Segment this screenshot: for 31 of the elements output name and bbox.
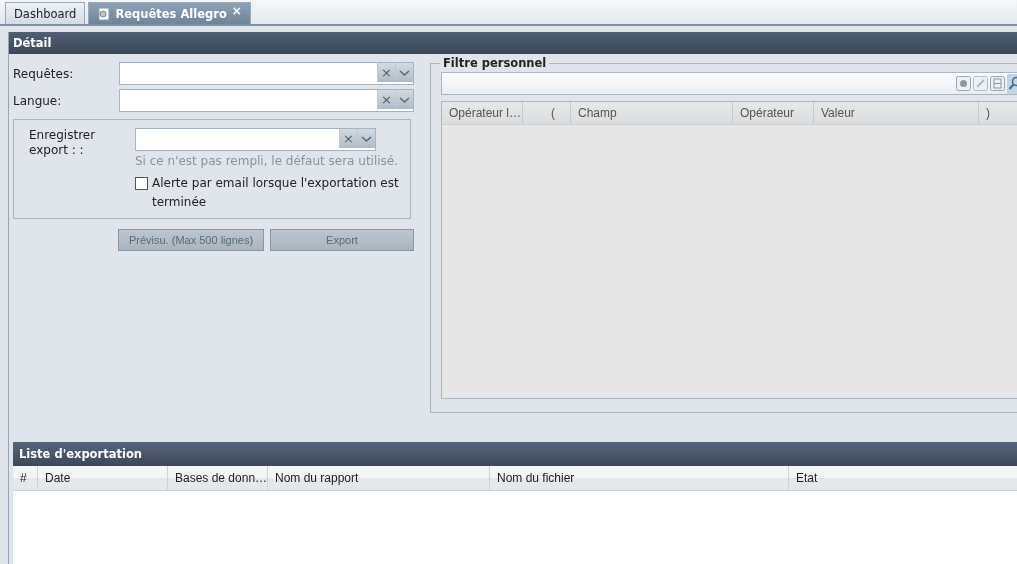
column-header[interactable]: Champ [571, 102, 733, 124]
column-header[interactable]: Nom du rapport [268, 466, 490, 490]
dropdown-icon[interactable] [395, 90, 413, 109]
column-header[interactable]: ) [979, 102, 1017, 124]
combo-field[interactable]: × [135, 128, 376, 151]
field-label: Enregistrer export : : [29, 128, 97, 159]
panel-title: Liste d'exportation [19, 447, 142, 461]
field-label: Langue: [13, 93, 63, 108]
column-header[interactable]: ( [523, 102, 571, 124]
field-label: Requêtes: [13, 66, 75, 81]
column-header[interactable]: Valeur [814, 102, 979, 124]
dropdown-icon[interactable] [395, 63, 413, 82]
tab[interactable]: Requêtes Allegro × [88, 2, 251, 24]
column-header[interactable]: Opérateur [733, 102, 814, 124]
column-header[interactable]: # [13, 466, 38, 490]
column-header[interactable]: Etat [789, 466, 1017, 490]
fieldset-title: Filtre personnel [440, 56, 550, 70]
column-header[interactable]: Date [38, 466, 168, 490]
combo-field[interactable]: × [119, 89, 414, 112]
combo-field[interactable]: × [119, 62, 414, 85]
panel-title: Détail [13, 36, 52, 50]
tab[interactable]: Dashboard [5, 2, 86, 24]
checkbox-label: Alerte par email lorsque l'exportation est terminée [152, 175, 400, 211]
checkbox[interactable] [135, 177, 148, 190]
column-header[interactable]: Opérateur l… [442, 102, 523, 124]
hint-text: Si ce n'est pas rempli, le défaut sera utilisé. [135, 154, 400, 168]
column-header[interactable]: Bases de donn… [168, 466, 268, 490]
save-icon[interactable] [990, 76, 1005, 91]
column-header[interactable]: Nom du fichier [490, 466, 789, 490]
dropdown-icon[interactable] [357, 129, 375, 148]
document-icon [97, 6, 112, 21]
